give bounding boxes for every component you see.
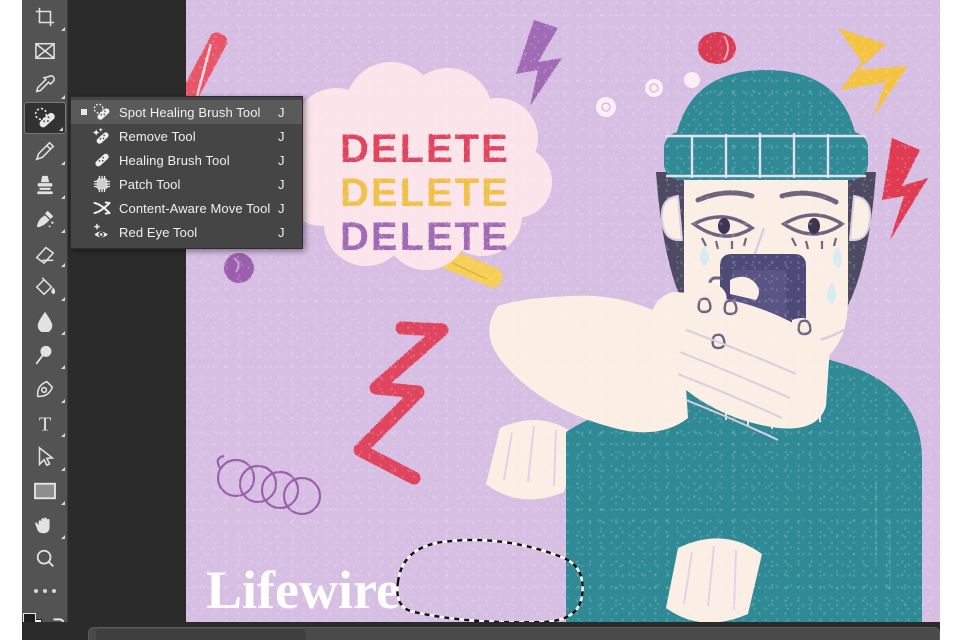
frame-icon [35,42,55,60]
ellipsis-icon [52,589,56,593]
eyedropper-icon [35,75,55,93]
flyout-triangle [61,195,65,199]
ellipsis-icon [43,589,47,593]
hand-icon [35,517,50,534]
text-t-icon: T [39,413,51,434]
tool-blur-tool[interactable] [22,304,68,338]
patch-tool-icon [89,174,115,194]
menu-item-shortcut: J [278,104,285,120]
bottom-panel-tab[interactable] [96,629,306,640]
flyout-triangle [61,467,65,471]
menu-item-red-eye-tool[interactable]: Red Eye Tool J [71,220,302,244]
tool-spot-healing-brush-tool[interactable] [24,102,66,134]
dodge-icon [35,345,52,365]
menu-item-label: Content-Aware Move Tool [119,200,271,216]
ellipsis-icon [34,589,38,593]
menu-item-shortcut: J [278,152,285,168]
flyout-triangle [61,399,65,403]
menu-item-shortcut: J [278,224,285,240]
healing-brush-icon [89,150,115,170]
remove-tool-icon [89,126,115,146]
menu-item-healing-brush-tool[interactable]: Healing Brush Tool J [71,148,302,172]
menu-item-spot-healing-brush-tool[interactable]: Spot Healing Brush Tool J [71,100,302,124]
water-drop-icon [37,311,53,332]
flyout-triangle [61,263,65,267]
spot-healing-brush-icon [34,107,55,128]
tool-clone-stamp-tool[interactable] [22,168,68,202]
tool-dodge-tool[interactable] [22,338,68,372]
eraser-icon [35,246,55,264]
right-gutter [940,0,960,640]
edit-toolbar-button[interactable] [22,576,68,606]
flyout-triangle [61,535,65,539]
menu-item-label: Healing Brush Tool [119,152,230,168]
tool-pen-tool[interactable] [22,372,68,406]
tool-history-brush-tool[interactable] [22,202,68,236]
flyout-triangle [61,95,65,99]
menu-item-label: Spot Healing Brush Tool [119,104,261,120]
flyout-triangle [61,365,65,369]
menu-item-remove-tool[interactable]: Remove Tool J [71,124,302,148]
flyout-triangle [59,127,63,131]
left-gutter [0,0,22,640]
red-eye-icon [89,222,115,242]
rectangle-icon [34,482,56,500]
delete-word-2: DELETE [340,171,510,215]
menu-item-shortcut: J [278,200,285,216]
menu-item-label: Patch Tool [119,176,181,192]
menu-item-patch-tool[interactable]: Patch Tool J [71,172,302,196]
pen-icon [36,380,54,398]
lifewire-watermark: Lifewire [206,560,400,620]
delete-word-1: DELETE [340,127,510,171]
tool-eraser-tool[interactable] [22,236,68,270]
tool-crop-tool[interactable] [22,0,68,34]
history-brush-icon [36,210,54,228]
tools-panel[interactable]: T [22,0,68,640]
photoshop-window: DELETE DELETE DELETE Lifewire T Spot Hea… [0,0,960,640]
menu-item-content-aware-move-tool[interactable]: Content-Aware Move Tool J [71,196,302,220]
crop-icon [35,7,55,27]
flyout-triangle [61,501,65,505]
tool-frame-tool[interactable] [22,34,68,68]
content-aware-move-icon [89,198,115,218]
flyout-triangle [61,433,65,437]
tool-type-tool[interactable]: T [22,406,68,440]
flyout-triangle [61,229,65,233]
tool-brush-tool[interactable] [22,134,68,168]
delete-word-3: DELETE [340,215,510,259]
tool-path-selection-tool[interactable] [22,440,68,474]
menu-item-shortcut: J [278,128,285,144]
spot-healing-brush-flyout[interactable]: Spot Healing Brush Tool J Remove Tool J [70,96,303,249]
paint-bucket-icon [35,277,56,296]
stamp-icon [37,175,53,195]
flyout-triangle [61,297,65,301]
menu-item-label: Red Eye Tool [119,224,198,240]
tool-zoom-tool[interactable] [22,542,68,576]
svg-text:T: T [39,413,51,434]
artwork-illustration: DELETE DELETE DELETE Lifewire [186,0,940,622]
menu-item-label: Remove Tool [119,128,196,144]
flyout-triangle [61,161,65,165]
magnifier-icon [36,549,54,567]
image-canvas[interactable]: DELETE DELETE DELETE Lifewire [186,0,940,622]
menu-item-shortcut: J [278,176,285,192]
tool-rectangle-tool[interactable] [22,474,68,508]
flyout-triangle [61,331,65,335]
tool-hand-tool[interactable] [22,508,68,542]
selected-marker [79,109,89,115]
tool-eyedropper-tool[interactable] [22,68,68,102]
flyout-triangle [61,27,65,31]
arrow-cursor-icon [38,446,55,467]
tool-gradient-tool[interactable] [22,270,68,304]
marching-ants-selection[interactable] [384,538,590,622]
spot-healing-brush-icon [89,102,115,122]
pencil-icon [35,141,55,161]
